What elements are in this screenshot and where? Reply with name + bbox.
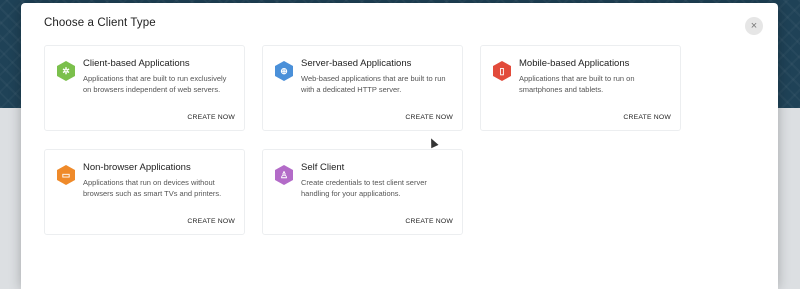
create-now-button[interactable]: CREATE NOW <box>405 218 453 225</box>
globe-icon: ⊕ <box>275 61 293 81</box>
card-client-based[interactable]: ✲ Client-based Applications Applications… <box>44 45 245 131</box>
card-server-based[interactable]: ⊕ Server-based Applications Web-based ap… <box>262 45 463 131</box>
card-title: Non-browser Applications <box>83 162 191 173</box>
card-title: Mobile-based Applications <box>519 58 630 69</box>
create-now-button[interactable]: CREATE NOW <box>187 114 235 121</box>
create-now-button[interactable]: CREATE NOW <box>405 114 453 121</box>
card-title: Client-based Applications <box>83 58 190 69</box>
card-title: Self Client <box>301 162 345 173</box>
mobile-icon: ▯ <box>493 61 511 81</box>
create-now-button[interactable]: CREATE NOW <box>623 114 671 121</box>
card-self-client[interactable]: ♙ Self Client Create credentials to test… <box>262 149 463 235</box>
card-mobile-based[interactable]: ▯ Mobile-based Applications Applications… <box>480 45 681 131</box>
client-type-dialog: Choose a Client Type × ✲ Client-based Ap… <box>21 3 778 289</box>
puzzle-icon: ✲ <box>57 61 75 81</box>
dialog-title: Choose a Client Type <box>44 17 156 29</box>
create-now-button[interactable]: CREATE NOW <box>187 218 235 225</box>
close-button[interactable]: × <box>745 17 763 35</box>
card-title: Server-based Applications <box>301 58 412 69</box>
card-description: Web-based applications that are built to… <box>301 74 446 94</box>
card-description: Applications that run on devices without… <box>83 178 222 198</box>
card-description: Applications that are built to run on sm… <box>519 74 635 94</box>
card-description: Applications that are built to run exclu… <box>83 74 227 94</box>
monitor-icon: ▭ <box>57 165 75 185</box>
card-description: Create credentials to test client server… <box>301 178 427 198</box>
user-icon: ♙ <box>275 165 293 185</box>
card-non-browser[interactable]: ▭ Non-browser Applications Applications … <box>44 149 245 235</box>
